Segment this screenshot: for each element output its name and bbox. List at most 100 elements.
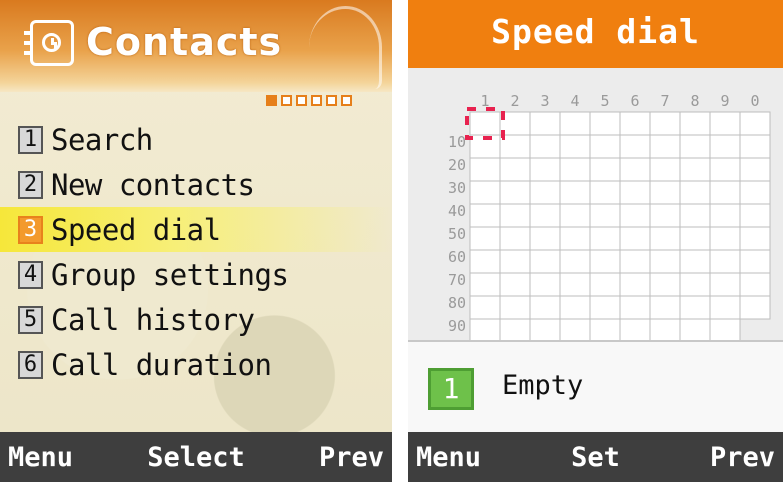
speed-dial-slot[interactable] [559, 226, 591, 251]
speed-dial-slot[interactable] [529, 295, 561, 320]
softkey-select[interactable]: Select [147, 442, 245, 473]
speed-dial-slot[interactable] [469, 272, 501, 297]
speed-dial-slot[interactable] [469, 180, 501, 205]
speed-dial-slot[interactable] [529, 318, 561, 343]
speed-dial-slot[interactable] [559, 180, 591, 205]
menu-item-new-contacts[interactable]: 2 New contacts [0, 162, 392, 207]
speed-dial-slot[interactable] [589, 272, 621, 297]
speed-dial-slot[interactable] [619, 203, 651, 228]
speed-dial-slot[interactable] [589, 226, 621, 251]
menu-item-group-settings[interactable]: 4 Group settings [0, 252, 392, 297]
menu-item-search[interactable]: 1 Search [0, 117, 392, 162]
speed-dial-slot[interactable] [469, 111, 501, 136]
speed-dial-slot[interactable] [499, 272, 531, 297]
speed-dial-slot[interactable] [679, 134, 711, 159]
menu-item-call-history[interactable]: 5 Call history [0, 297, 392, 342]
speed-dial-slot[interactable] [739, 157, 771, 182]
speed-dial-slot[interactable] [709, 134, 741, 159]
menu-item-speed-dial[interactable]: 3 Speed dial [0, 207, 392, 252]
speed-dial-grid[interactable]: 1 2 3 4 5 6 7 8 9 0102030405060708090 [408, 68, 783, 343]
speed-dial-slot[interactable] [679, 226, 711, 251]
speed-dial-slot[interactable] [679, 249, 711, 274]
speed-dial-slot[interactable] [619, 134, 651, 159]
speed-dial-slot[interactable] [529, 272, 561, 297]
speed-dial-slot[interactable] [559, 111, 591, 136]
speed-dial-slot[interactable] [709, 157, 741, 182]
speed-dial-slot[interactable] [469, 318, 501, 343]
menu-item-call-duration[interactable]: 6 Call duration [0, 342, 392, 387]
speed-dial-slot[interactable] [649, 180, 681, 205]
speed-dial-slot[interactable] [649, 249, 681, 274]
speed-dial-slot[interactable] [619, 226, 651, 251]
speed-dial-slot[interactable] [619, 111, 651, 136]
speed-dial-slot[interactable] [499, 180, 531, 205]
speed-dial-slot[interactable] [469, 295, 501, 320]
speed-dial-slot[interactable] [559, 157, 591, 182]
speed-dial-slot[interactable] [619, 180, 651, 205]
speed-dial-slot[interactable] [529, 180, 561, 205]
speed-dial-slot[interactable] [709, 249, 741, 274]
speed-dial-slot[interactable] [739, 272, 771, 297]
speed-dial-slot[interactable] [529, 226, 561, 251]
speed-dial-slot[interactable] [589, 318, 621, 343]
speed-dial-slot[interactable] [739, 180, 771, 205]
speed-dial-slot[interactable] [649, 318, 681, 343]
speed-dial-slot[interactable] [529, 157, 561, 182]
speed-dial-slot[interactable] [619, 157, 651, 182]
speed-dial-slot[interactable] [649, 157, 681, 182]
softkey-prev[interactable]: Prev [319, 442, 384, 473]
speed-dial-slot[interactable] [559, 203, 591, 228]
speed-dial-slot[interactable] [649, 295, 681, 320]
softkey-prev[interactable]: Prev [710, 442, 775, 473]
speed-dial-slot[interactable] [619, 318, 651, 343]
speed-dial-slot[interactable] [649, 203, 681, 228]
speed-dial-slot[interactable] [649, 111, 681, 136]
speed-dial-slot[interactable] [559, 272, 591, 297]
speed-dial-slot[interactable] [589, 134, 621, 159]
speed-dial-slot[interactable] [739, 295, 771, 320]
speed-dial-slot[interactable] [709, 180, 741, 205]
speed-dial-slot[interactable] [559, 295, 591, 320]
speed-dial-slot[interactable] [679, 111, 711, 136]
speed-dial-slot[interactable] [739, 203, 771, 228]
speed-dial-slot[interactable] [589, 180, 621, 205]
speed-dial-slot[interactable] [739, 134, 771, 159]
speed-dial-slot[interactable] [529, 249, 561, 274]
speed-dial-slot[interactable] [469, 203, 501, 228]
speed-dial-slot[interactable] [649, 272, 681, 297]
speed-dial-slot[interactable] [679, 180, 711, 205]
speed-dial-slot[interactable] [679, 272, 711, 297]
softkey-menu[interactable]: Menu [8, 442, 73, 473]
speed-dial-slot[interactable] [739, 249, 771, 274]
speed-dial-slot[interactable] [679, 295, 711, 320]
speed-dial-slot[interactable] [499, 249, 531, 274]
speed-dial-slot[interactable] [739, 226, 771, 251]
speed-dial-slot[interactable] [649, 226, 681, 251]
speed-dial-slot[interactable] [709, 295, 741, 320]
speed-dial-slot[interactable] [529, 134, 561, 159]
speed-dial-slot[interactable] [469, 249, 501, 274]
speed-dial-slot[interactable] [469, 157, 501, 182]
speed-dial-slot[interactable] [589, 111, 621, 136]
speed-dial-slot[interactable] [679, 318, 711, 343]
speed-dial-slot[interactable] [679, 157, 711, 182]
softkey-set[interactable]: Set [571, 442, 620, 473]
speed-dial-slot[interactable] [499, 295, 531, 320]
speed-dial-slot[interactable] [499, 318, 531, 343]
speed-dial-slot[interactable] [589, 203, 621, 228]
speed-dial-slot[interactable] [589, 157, 621, 182]
speed-dial-slot[interactable] [589, 295, 621, 320]
speed-dial-slot[interactable] [739, 111, 771, 136]
speed-dial-slot[interactable] [499, 203, 531, 228]
speed-dial-slot[interactable] [619, 295, 651, 320]
speed-dial-slot[interactable] [709, 272, 741, 297]
speed-dial-slot[interactable] [679, 203, 711, 228]
speed-dial-slot[interactable] [589, 249, 621, 274]
speed-dial-slot[interactable] [499, 226, 531, 251]
speed-dial-slot[interactable] [469, 226, 501, 251]
speed-dial-slot[interactable] [619, 272, 651, 297]
speed-dial-slot[interactable] [649, 134, 681, 159]
speed-dial-slot[interactable] [559, 249, 591, 274]
speed-dial-slot[interactable] [559, 318, 591, 343]
speed-dial-slot[interactable] [499, 157, 531, 182]
